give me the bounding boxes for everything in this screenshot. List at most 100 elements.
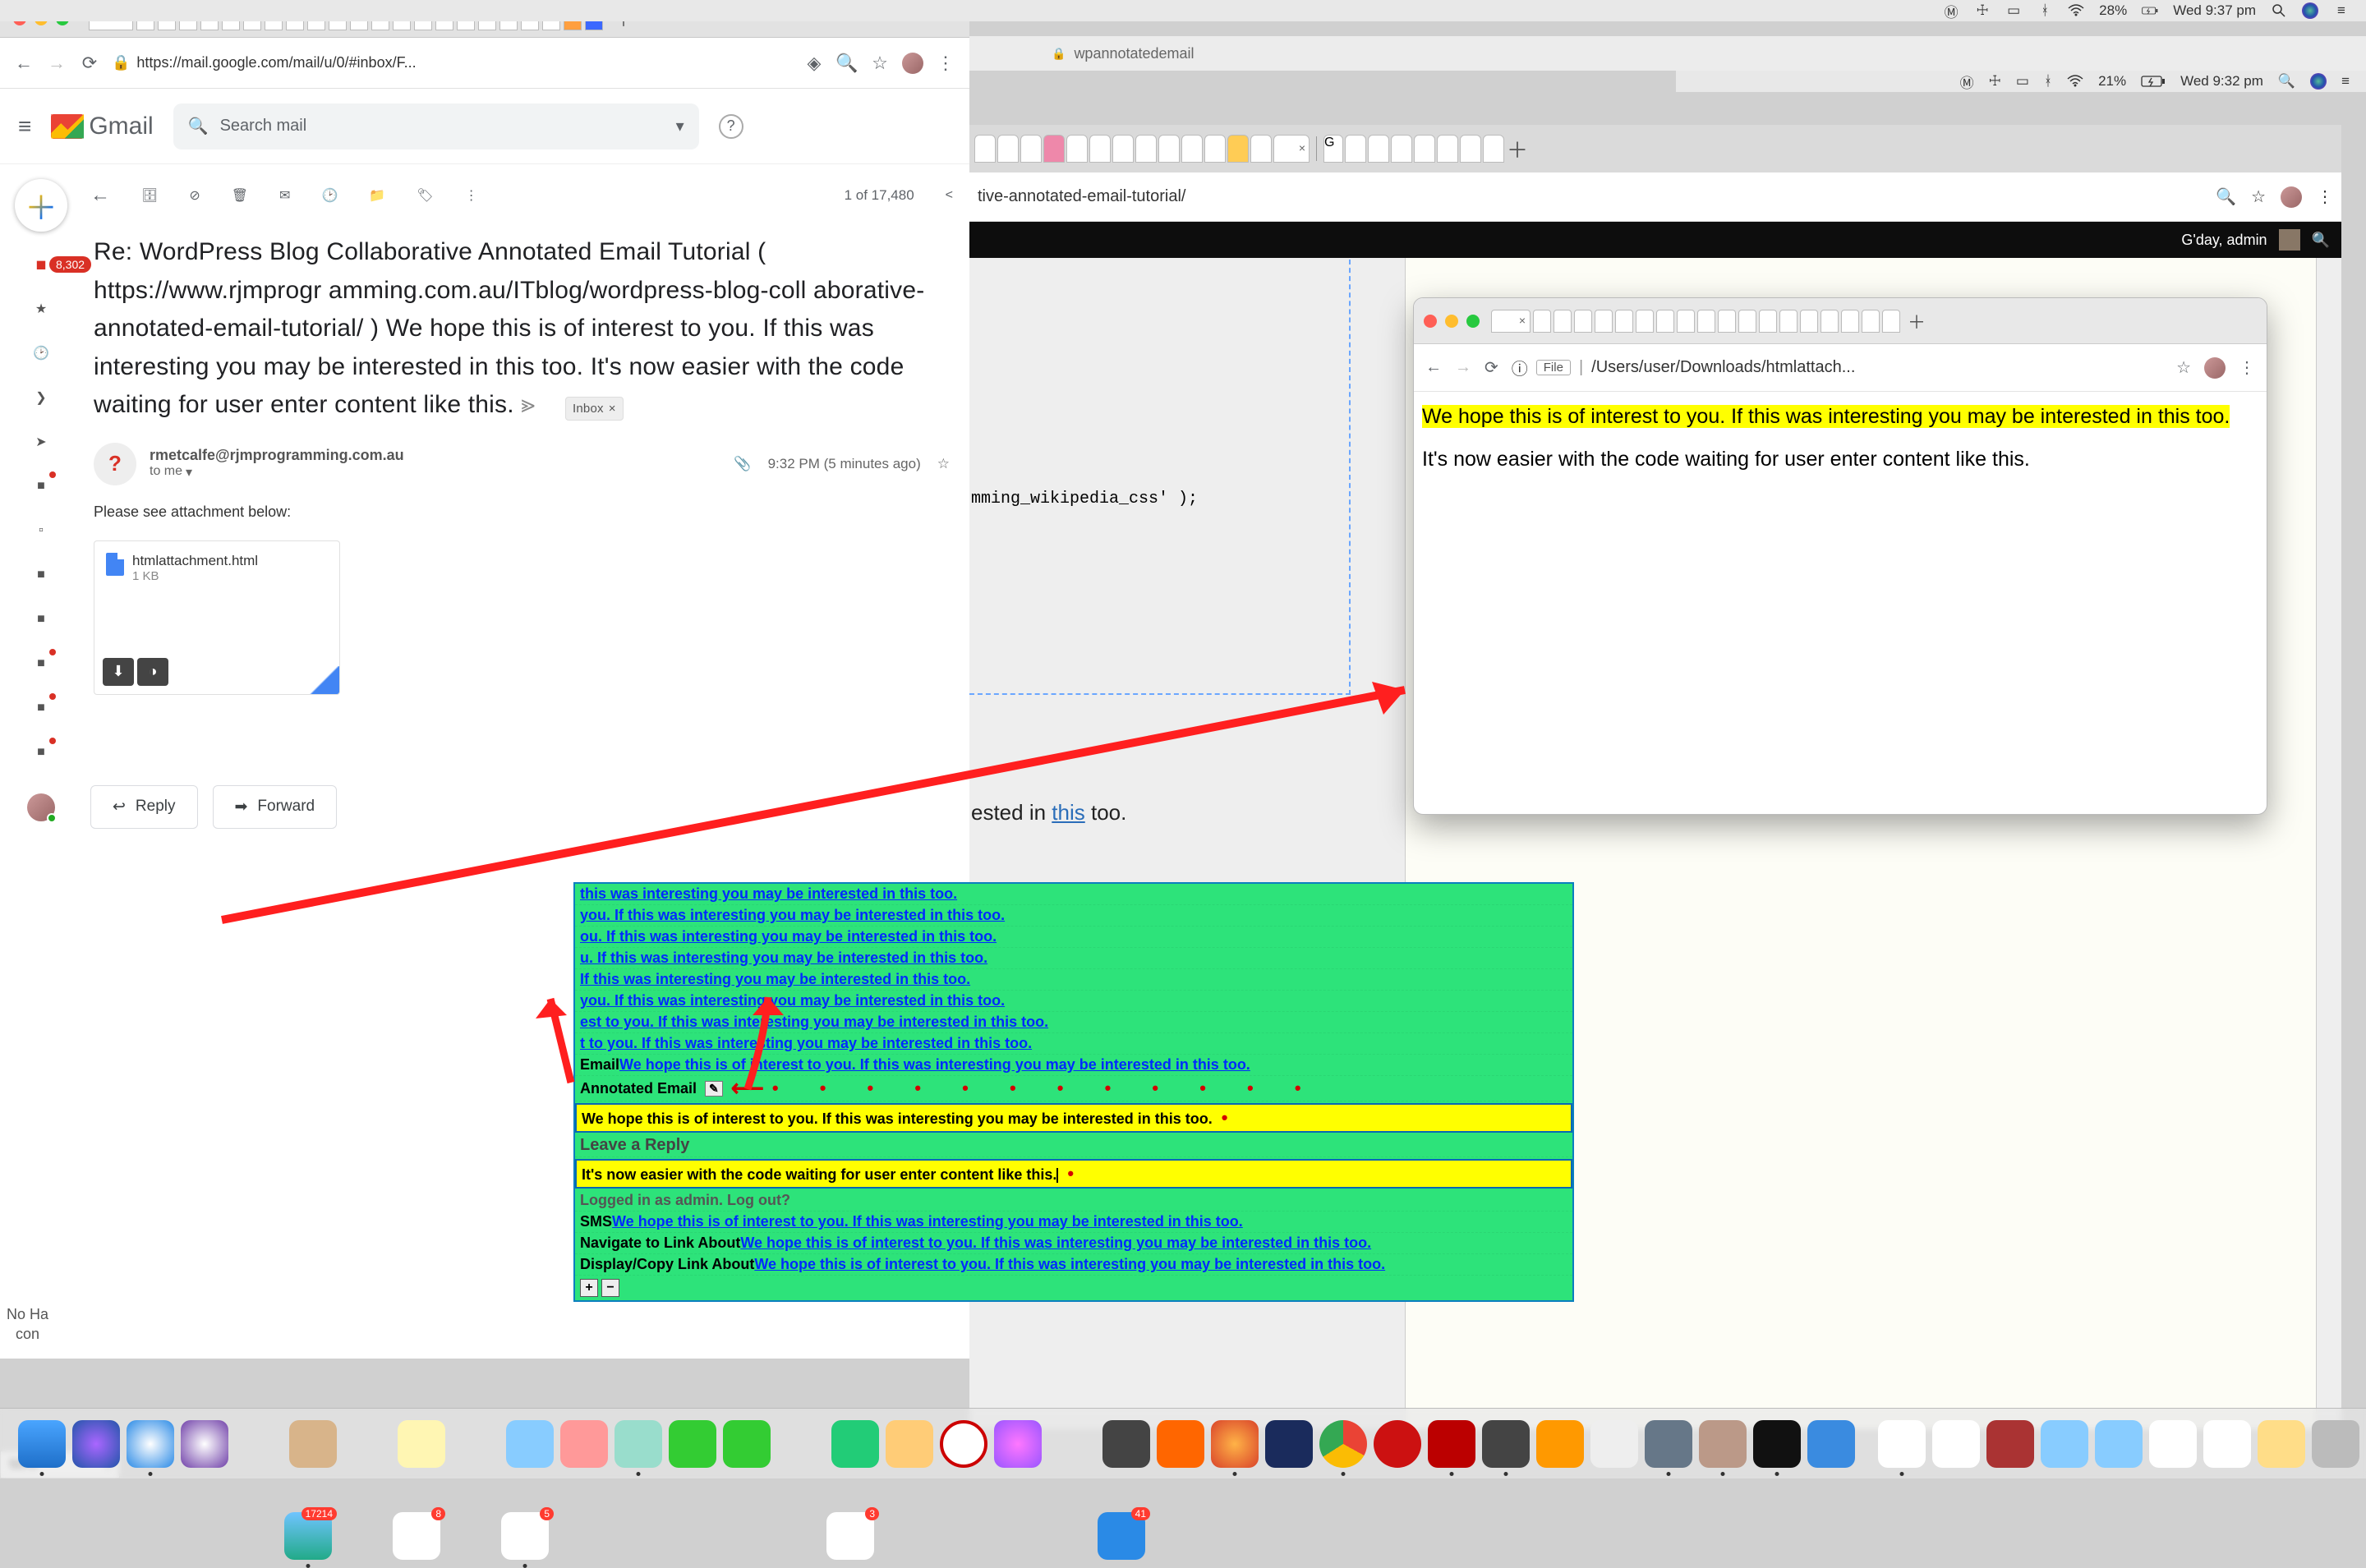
compose-button[interactable]: ＋ [15, 179, 67, 232]
chrome-profile[interactable] [902, 53, 923, 74]
hangouts-avatar[interactable] [27, 793, 55, 821]
rear-tab[interactable] [1043, 135, 1065, 163]
annotated-textarea[interactable]: We hope this is of interest to you. If t… [575, 1103, 1572, 1133]
terminal-app[interactable] [1753, 1420, 1801, 1468]
notifications-icon[interactable]: ≡ [2333, 2, 2350, 19]
notifications-icon[interactable]: ≡ [2341, 73, 2350, 90]
paint-app[interactable] [1645, 1420, 1692, 1468]
address-bar[interactable]: 🔒 https://mail.google.com/mail/u/0/#inbo… [112, 48, 792, 78]
noentry-app[interactable] [940, 1420, 987, 1468]
reminders-app[interactable] [501, 1512, 549, 1560]
rear-tab[interactable] [1391, 135, 1412, 163]
logged-in-line[interactable]: Logged in as admin. Log out? [575, 1190, 1572, 1212]
important-icon[interactable]: ❯ [30, 386, 53, 409]
snooze-icon[interactable]: 🕑 [321, 187, 338, 204]
star-icon[interactable]: ☆ [2251, 186, 2266, 207]
inbox-chip[interactable]: Inbox× [565, 397, 624, 421]
profile-avatar[interactable] [2204, 357, 2226, 379]
rear-tab[interactable] [1483, 135, 1504, 163]
mail-app[interactable] [284, 1512, 332, 1560]
annotation-history-link[interactable]: you. If this was interesting you may be … [580, 907, 1005, 923]
trash[interactable] [2312, 1420, 2359, 1468]
forward-button[interactable]: → [46, 53, 67, 74]
eye-icon[interactable]: ◈ [803, 53, 825, 74]
rear-tab[interactable] [1368, 135, 1389, 163]
rear-tab[interactable] [974, 135, 996, 163]
label-icon[interactable]: ■ [30, 697, 53, 720]
dictionary-app[interactable] [1986, 1420, 2034, 1468]
xcode-app[interactable] [1807, 1420, 1855, 1468]
wp-admin-bar[interactable]: G'day, admin 🔍 [969, 222, 2341, 258]
close-icon[interactable]: × [1299, 141, 1305, 154]
popup-chrome-window[interactable]: ＋ ← → ⟳ ⓘ File | /Users/user/Downloads/h… [1413, 297, 2267, 815]
sent-icon[interactable]: ➤ [30, 430, 53, 453]
document-stack[interactable] [2149, 1420, 2197, 1468]
popup-tab[interactable] [1636, 310, 1654, 333]
admin-avatar[interactable] [2279, 229, 2300, 251]
itunes-app[interactable] [994, 1420, 1042, 1468]
popup-tab[interactable] [1738, 310, 1756, 333]
annotation-history-link[interactable]: If this was interesting you may be inter… [580, 971, 970, 987]
display-link[interactable]: We hope this is of interest to you. If t… [754, 1256, 1385, 1272]
save-drive-button[interactable]: ◑ [137, 658, 168, 686]
annotated-textarea[interactable]: It's now easier with the code waiting fo… [575, 1159, 1572, 1189]
popup-tab[interactable] [1718, 310, 1736, 333]
folder[interactable] [2041, 1420, 2088, 1468]
star-icon[interactable]: ☆ [2176, 357, 2191, 378]
finder-app[interactable] [18, 1420, 66, 1468]
appstore-app[interactable] [1098, 1512, 1145, 1560]
info-icon[interactable]: ⓘ [1512, 356, 1528, 379]
label-icon[interactable]: ▫ [30, 519, 53, 542]
rear-tab[interactable] [1020, 135, 1042, 163]
more-icon[interactable]: ⋮ [2239, 357, 2255, 378]
slack-app[interactable] [826, 1512, 874, 1560]
annotation-history-link[interactable]: u. If this was interesting you may be in… [580, 950, 987, 966]
close-window[interactable] [1424, 315, 1437, 328]
preview-app[interactable] [615, 1420, 662, 1468]
document-stack[interactable] [2203, 1420, 2251, 1468]
support-button[interactable]: ? [719, 114, 743, 139]
folder[interactable] [2095, 1420, 2143, 1468]
rear-tab[interactable] [1250, 135, 1272, 163]
safari-preview-app[interactable] [181, 1420, 228, 1468]
archive-icon[interactable]: 🗄 [141, 187, 158, 204]
siri-icon[interactable] [2302, 2, 2318, 19]
popup-tab[interactable] [1841, 310, 1859, 333]
delete-icon[interactable]: 🗑 [232, 187, 248, 204]
rear-tab-active[interactable]: × [1273, 135, 1310, 163]
annotated-email-panel[interactable]: this was interesting you may be interest… [573, 882, 1574, 1302]
attachment-card[interactable]: htmlattachment.html 1 KB ⬇ ◑ [94, 540, 340, 695]
starred-icon[interactable]: ★ [30, 297, 53, 320]
rear-tab[interactable] [1345, 135, 1366, 163]
expand-icon[interactable]: ⪢ [521, 386, 535, 425]
snoozed-icon[interactable]: 🕑 [30, 342, 53, 365]
more-icon[interactable]: ⋮ [2317, 186, 2333, 207]
rear-tab[interactable] [1089, 135, 1111, 163]
gimp-app[interactable] [1699, 1420, 1747, 1468]
to-line[interactable]: to me▾ [150, 464, 720, 481]
plus-button[interactable]: + [580, 1279, 598, 1297]
facetime-app[interactable] [723, 1420, 771, 1468]
popup-tab[interactable] [1677, 310, 1695, 333]
spotlight-icon[interactable] [2271, 2, 2287, 19]
annotation-history-link[interactable]: est to you. If this was interesting you … [580, 1014, 1048, 1030]
label-icon[interactable]: ■ [30, 563, 53, 586]
email-link[interactable]: We hope this is of interest to you. If t… [619, 1056, 1250, 1073]
spotlight-icon[interactable]: 🔍 [2278, 73, 2295, 90]
filezilla-app[interactable] [1428, 1420, 1475, 1468]
back-button[interactable]: ← [1425, 358, 1442, 377]
rear-chrome-addressbar[interactable]: tive-annotated-email-tutorial/ 🔍 ☆ ⋮ [969, 172, 2341, 222]
notes-app[interactable] [398, 1420, 445, 1468]
annotation-history-link[interactable]: t to you. If this was interesting you ma… [580, 1035, 1032, 1051]
generic-app[interactable] [1590, 1420, 1638, 1468]
prev-msg[interactable]: < [946, 188, 953, 203]
unread-icon[interactable]: ✉ [279, 187, 290, 204]
annotation-history-link[interactable]: you. If this was interesting you may be … [580, 992, 1005, 1009]
rear-tab[interactable] [1437, 135, 1458, 163]
chrome-app[interactable] [1319, 1420, 1367, 1468]
zoom-icon[interactable]: 🔍 [836, 53, 858, 74]
rear-tab[interactable] [1112, 135, 1134, 163]
chevron-down-icon[interactable]: ▾ [186, 464, 192, 481]
office-app[interactable] [1157, 1420, 1204, 1468]
minus-button[interactable]: − [601, 1279, 619, 1297]
